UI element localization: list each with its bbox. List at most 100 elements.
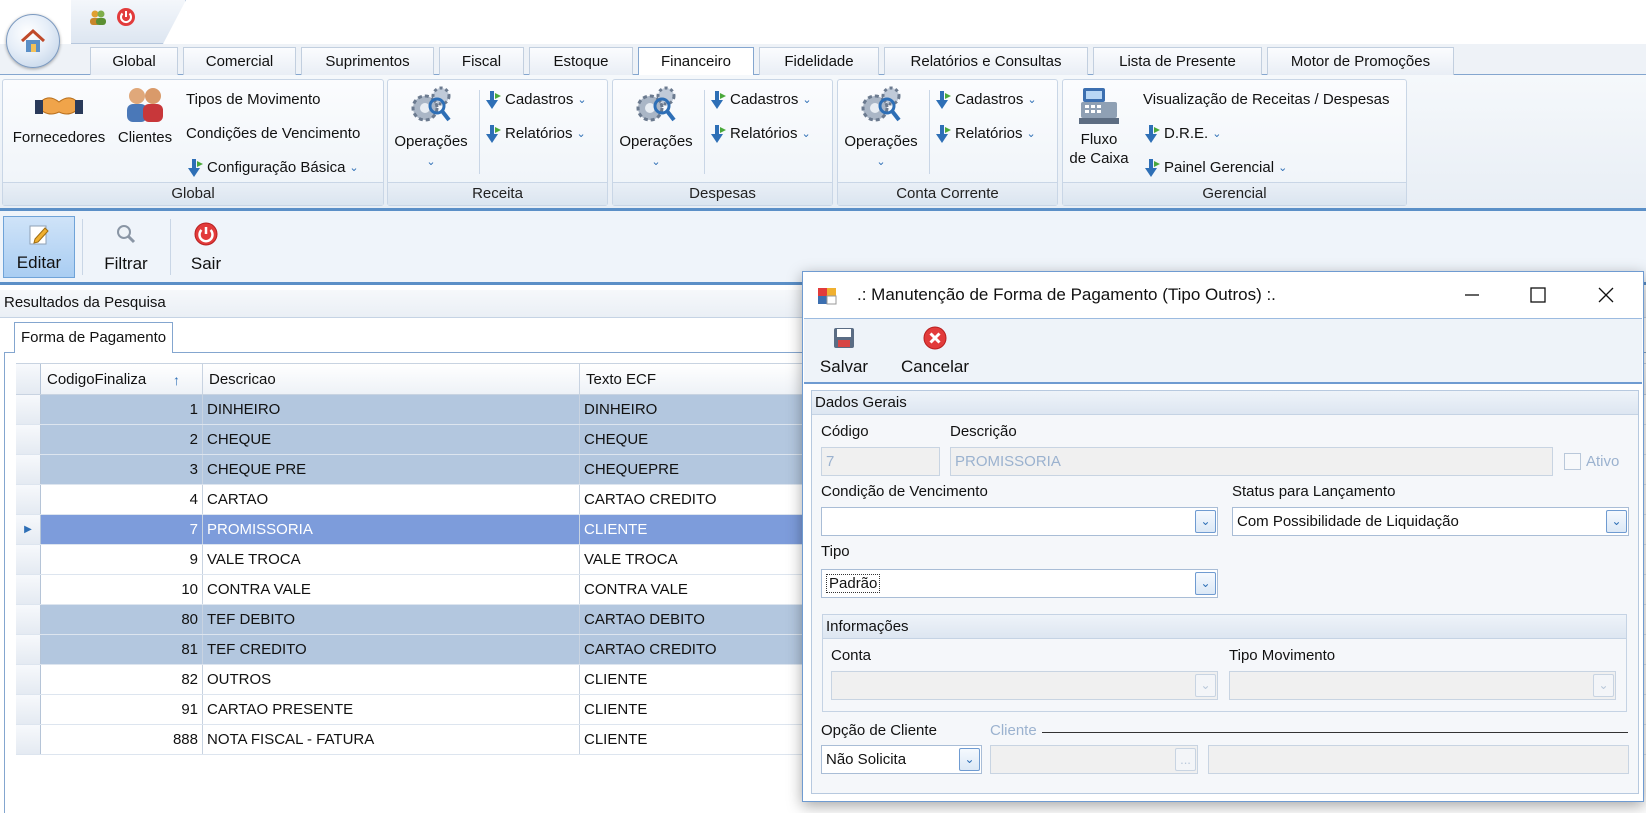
- salvar-label: Salvar: [819, 357, 869, 376]
- cell-codigo: 82: [41, 665, 203, 694]
- window-app-icon: [817, 285, 837, 309]
- ativo-checkbox[interactable]: [1564, 453, 1581, 470]
- clientes-button[interactable]: Clientes: [113, 84, 177, 147]
- cell-descricao: VALE TROCA: [203, 545, 580, 574]
- dados-gerais-caption: Dados Gerais: [812, 391, 1638, 415]
- fluxo-caixa-button[interactable]: Fluxo de Caixa: [1066, 84, 1132, 168]
- ativo-label: Ativo: [1586, 453, 1620, 470]
- filtrar-label: Filtrar: [104, 254, 148, 273]
- fornecedores-label: Fornecedores: [12, 129, 106, 146]
- down-arrow-icon: [484, 90, 502, 110]
- sair-button[interactable]: Sair: [178, 216, 234, 278]
- cell-codigo: 80: [41, 605, 203, 634]
- opcao-cliente-select[interactable]: Não Solicita ⌄: [821, 745, 982, 774]
- chevron-down-icon[interactable]: ⌄: [1195, 510, 1216, 533]
- despesas-operacoes-button[interactable]: Operações ⌄: [615, 84, 697, 172]
- cell-codigo: 7: [41, 515, 203, 544]
- tab-relatorios-consultas[interactable]: Relatórios e Consultas: [884, 47, 1088, 75]
- configuracao-basica-button[interactable]: Configuração Básica ⌄: [186, 157, 359, 179]
- chevron-down-icon[interactable]: ⌄: [1195, 572, 1216, 595]
- receita-relatorios-button[interactable]: Relatórios ⌄: [484, 123, 586, 145]
- sort-ascending-icon: ↑: [173, 372, 180, 388]
- receita-cadastros-button[interactable]: Cadastros ⌄: [484, 89, 587, 111]
- dre-button[interactable]: D.R.E. ⌄: [1143, 123, 1221, 145]
- codigo-label: Código: [821, 423, 869, 440]
- close-button[interactable]: [1573, 272, 1639, 317]
- dialog-title-bar[interactable]: .: Manutenção de Forma de Pagamento (Tip…: [803, 272, 1643, 317]
- row-selector[interactable]: [16, 545, 41, 574]
- row-selector[interactable]: [16, 725, 41, 754]
- edit-icon: [29, 225, 49, 245]
- row-selector[interactable]: [16, 425, 41, 454]
- power-icon[interactable]: [116, 7, 136, 31]
- condicao-vencimento-select[interactable]: ⌄: [821, 507, 1218, 536]
- row-selector[interactable]: [16, 605, 41, 634]
- row-selector[interactable]: [16, 485, 41, 514]
- cell-descricao: CONTRA VALE: [203, 575, 580, 604]
- minimize-button[interactable]: [1439, 272, 1505, 317]
- app-menu-button[interactable]: [6, 14, 60, 68]
- dre-label: D.R.E.: [1164, 125, 1209, 142]
- descricao-field: PROMISSORIA: [950, 447, 1553, 476]
- users-icon[interactable]: [88, 8, 108, 30]
- row-selector[interactable]: [16, 635, 41, 664]
- despesas-cadastros-label: Cadastros: [730, 91, 799, 108]
- tab-forma-pagamento[interactable]: Forma de Pagamento: [14, 322, 174, 353]
- condicoes-vencimento-button[interactable]: Condições de Vencimento: [186, 123, 360, 145]
- cell-descricao: OUTROS: [203, 665, 580, 694]
- tab-lista-presente[interactable]: Lista de Presente: [1093, 47, 1262, 75]
- chevron-down-icon[interactable]: ⌄: [1606, 510, 1627, 533]
- tab-global[interactable]: Global: [90, 47, 178, 75]
- tab-estoque[interactable]: Estoque: [529, 47, 633, 75]
- chevron-down-icon: ⌄: [577, 94, 587, 106]
- cell-codigo: 9: [41, 545, 203, 574]
- tab-fidelidade[interactable]: Fidelidade: [759, 47, 879, 75]
- tab-motor-promocoes[interactable]: Motor de Promoções: [1267, 47, 1454, 75]
- tab-comercial[interactable]: Comercial: [183, 47, 296, 75]
- fornecedores-button[interactable]: Fornecedores: [7, 84, 111, 147]
- maximize-button[interactable]: [1505, 272, 1571, 317]
- chevron-down-icon: ⌄: [876, 156, 886, 168]
- conta-corrente-relatorios-button[interactable]: Relatórios ⌄: [934, 123, 1036, 145]
- row-selector[interactable]: [16, 665, 41, 694]
- despesas-relatorios-button[interactable]: Relatórios ⌄: [709, 123, 811, 145]
- despesas-relatorios-label: Relatórios: [730, 125, 798, 142]
- visualizacao-receitas-despesas-button[interactable]: Visualização de Receitas / Despesas: [1143, 89, 1390, 111]
- gears-icon: [636, 86, 676, 122]
- receita-operacoes-button[interactable]: Operações ⌄: [390, 84, 472, 172]
- group-gerencial: Fluxo de Caixa Visualização de Receitas …: [1062, 79, 1407, 206]
- tab-financeiro[interactable]: Financeiro: [638, 47, 754, 76]
- row-selector[interactable]: [16, 695, 41, 724]
- row-selector[interactable]: [16, 575, 41, 604]
- editar-button[interactable]: Editar: [3, 216, 75, 278]
- dialog-toolbar: Salvar Cancelar: [804, 318, 1642, 384]
- cell-descricao: CHEQUE: [203, 425, 580, 454]
- row-selector[interactable]: ▶: [16, 515, 41, 544]
- down-arrow-icon: [934, 90, 952, 110]
- cancelar-button[interactable]: Cancelar: [898, 323, 972, 379]
- tab-suprimentos[interactable]: Suprimentos: [301, 47, 434, 75]
- tipos-movimento-button[interactable]: Tipos de Movimento: [186, 89, 321, 111]
- row-selector[interactable]: [16, 455, 41, 484]
- separator: [929, 90, 930, 174]
- column-header-descricao[interactable]: Descricao: [203, 364, 580, 394]
- chevron-down-icon[interactable]: ⌄: [959, 748, 980, 771]
- condicoes-vencimento-label: Condições de Vencimento: [186, 125, 361, 142]
- despesas-cadastros-button[interactable]: Cadastros ⌄: [709, 89, 812, 111]
- conta-label: Conta: [831, 647, 872, 664]
- conta-corrente-relatorios-label: Relatórios: [955, 125, 1023, 142]
- tab-fiscal[interactable]: Fiscal: [439, 47, 524, 75]
- status-lancamento-select[interactable]: Com Possibilidade de Liquidação ⌄: [1232, 507, 1629, 536]
- row-selector[interactable]: [16, 395, 41, 424]
- column-header-codigo-label: CodigoFinaliza: [47, 371, 147, 388]
- informacoes-panel: Informações Conta ⌄ Tipo Movimento ⌄: [822, 614, 1627, 712]
- tipo-select[interactable]: Padrão ⌄: [821, 569, 1218, 598]
- group-caption: Receita: [388, 182, 607, 205]
- painel-gerencial-button[interactable]: Painel Gerencial ⌄: [1143, 157, 1287, 179]
- conta-corrente-operacoes-button[interactable]: Operações ⌄: [840, 84, 922, 172]
- conta-corrente-cadastros-button[interactable]: Cadastros ⌄: [934, 89, 1037, 111]
- filtrar-button[interactable]: Filtrar: [90, 216, 162, 278]
- salvar-button[interactable]: Salvar: [818, 323, 870, 379]
- cell-codigo: 888: [41, 725, 203, 754]
- column-header-codigo[interactable]: CodigoFinaliza ↑: [41, 364, 203, 394]
